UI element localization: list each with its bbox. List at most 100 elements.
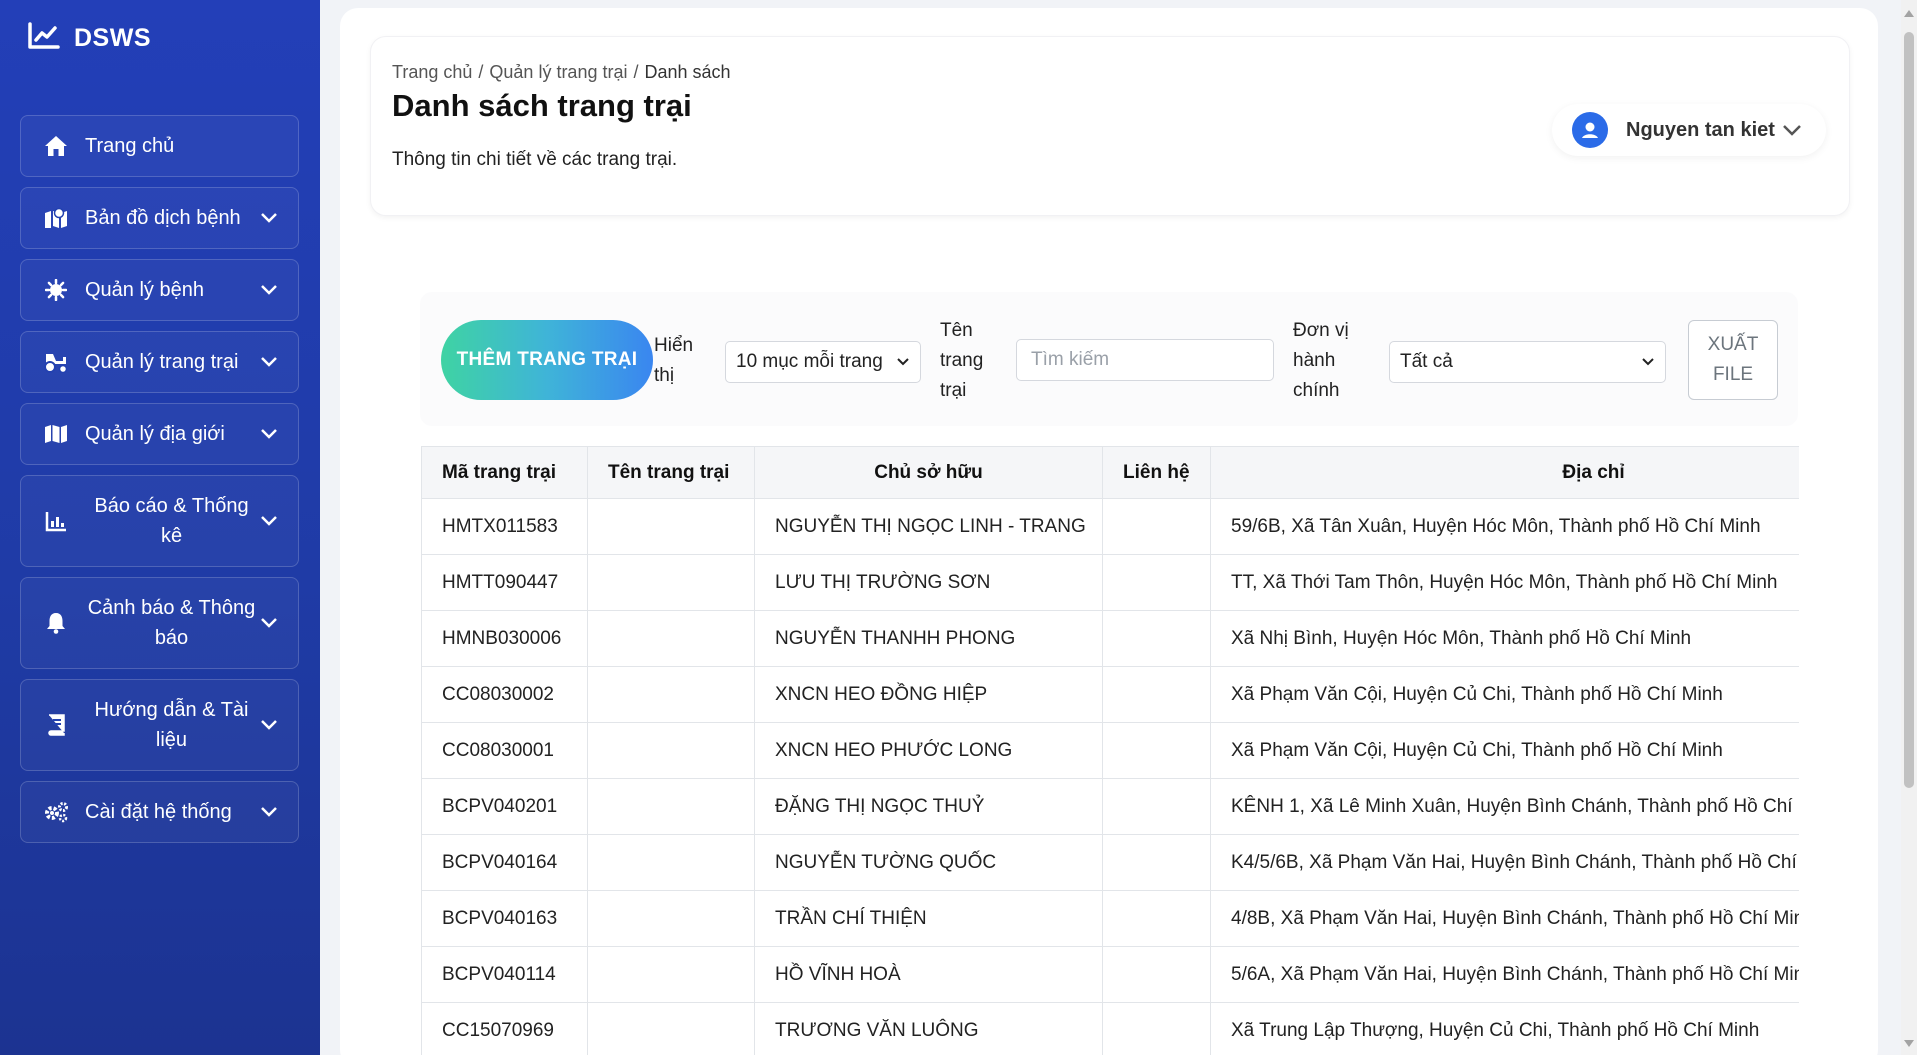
chevron-down-icon bbox=[260, 353, 278, 371]
page-size-value: 10 mục mỗi trang bbox=[736, 351, 883, 372]
admin-unit-value: Tất cả bbox=[1400, 351, 1453, 372]
cell-contact bbox=[1102, 610, 1211, 667]
table-row[interactable]: BCPV040163 TRẦN CHÍ THIỆN 4/8B, Xã Phạm … bbox=[421, 890, 1799, 947]
cell-farm-code: CC08030002 bbox=[421, 666, 588, 723]
sidebar-item-label: Quản lý trang trại bbox=[85, 351, 239, 373]
table-row[interactable]: HMNB030006 NGUYỄN THANHH PHONG Xã Nhị Bì… bbox=[421, 610, 1799, 667]
chevron-down-icon bbox=[260, 803, 278, 821]
sidebar-item-reports[interactable]: Báo cáo & Thống kê bbox=[20, 475, 299, 567]
table-row[interactable]: BCPV040164 NGUYỄN TƯỜNG QUỐC K4/5/6B, Xã… bbox=[421, 834, 1799, 891]
sidebar-item-label: Cảnh báo & Thông báo bbox=[87, 597, 256, 649]
sidebar-item-label: Bản đồ dịch bệnh bbox=[85, 207, 241, 229]
farm-table: Mã trang trại Tên trang trại Chủ sở hữu … bbox=[421, 446, 1799, 1055]
column-header-address[interactable]: Địa chỉ bbox=[1210, 446, 1799, 499]
cell-farm-name bbox=[587, 1002, 755, 1055]
sidebar-item-label: Quản lý bệnh bbox=[85, 279, 204, 301]
cell-address: Xã Trung Lập Thượng, Huyện Củ Chi, Thành… bbox=[1210, 1002, 1799, 1055]
sidebar-item-disease-management[interactable]: Quản lý bệnh bbox=[20, 259, 299, 321]
chevron-down-icon bbox=[260, 281, 278, 299]
cell-contact bbox=[1102, 890, 1211, 947]
table-row[interactable]: BCPV040114 HỒ VĨNH HOÀ 5/6A, Xã Phạm Văn… bbox=[421, 946, 1799, 1003]
page-scrollbar[interactable] bbox=[1901, 0, 1917, 1055]
table-row[interactable]: BCPV040201 ĐẶNG THỊ NGỌC THUỶ KÊNH 1, Xã… bbox=[421, 778, 1799, 835]
cell-contact bbox=[1102, 722, 1211, 779]
table-row[interactable]: CC15070969 TRƯƠNG VĂN LUÔNG Xã Trung Lập… bbox=[421, 1002, 1799, 1055]
chevron-down-icon bbox=[260, 209, 278, 227]
map-icon bbox=[43, 205, 69, 231]
gears-icon bbox=[43, 799, 69, 825]
breadcrumb: Trang chủ / Quản lý trang trại / Danh sá… bbox=[392, 62, 731, 83]
sidebar-item-label: Quản lý địa giới bbox=[85, 423, 225, 445]
cell-farm-name bbox=[587, 778, 755, 835]
home-icon bbox=[43, 133, 69, 159]
scroll-up-arrow-icon[interactable] bbox=[1904, 8, 1914, 18]
sidebar-item-home[interactable]: Trang chủ bbox=[20, 115, 299, 177]
cell-farm-code: HMTX011583 bbox=[421, 498, 588, 555]
user-avatar-icon bbox=[1572, 112, 1608, 148]
breadcrumb-section-link[interactable]: Quản lý trang trại bbox=[489, 62, 627, 83]
cell-farm-code: CC08030001 bbox=[421, 722, 588, 779]
cell-farm-code: BCPV040164 bbox=[421, 834, 588, 891]
farm-table-container[interactable]: Mã trang trại Tên trang trại Chủ sở hữu … bbox=[421, 446, 1799, 1055]
column-header-farm-name[interactable]: Tên trang trại bbox=[587, 446, 755, 499]
cell-address: 59/6B, Xã Tân Xuân, Huyện Hóc Môn, Thành… bbox=[1210, 498, 1799, 555]
column-header-farm-code[interactable]: Mã trang trại bbox=[421, 446, 588, 499]
cell-farm-name bbox=[587, 890, 755, 947]
cell-address: Xã Phạm Văn Cội, Huyện Củ Chi, Thành phố… bbox=[1210, 722, 1799, 779]
admin-unit-select[interactable]: Tất cả bbox=[1389, 341, 1666, 383]
sidebar-item-disease-map[interactable]: Bản đồ dịch bệnh bbox=[20, 187, 299, 249]
scrollbar-thumb[interactable] bbox=[1904, 32, 1914, 788]
column-header-contact[interactable]: Liên hệ bbox=[1102, 446, 1211, 499]
cell-farm-name bbox=[587, 946, 755, 1003]
table-row[interactable]: CC08030001 XNCN HEO PHƯỚC LONG Xã Phạm V… bbox=[421, 722, 1799, 779]
user-name: Nguyen tan kiet bbox=[1626, 118, 1775, 141]
sidebar-item-label: Trang chủ bbox=[85, 135, 175, 157]
table-row[interactable]: CC08030002 XNCN HEO ĐỒNG HIỆP Xã Phạm Vă… bbox=[421, 666, 1799, 723]
breadcrumb-home-link[interactable]: Trang chủ bbox=[392, 62, 472, 83]
cell-farm-code: HMTT090447 bbox=[421, 554, 588, 611]
add-farm-button[interactable]: THÊM TRANG TRẠI bbox=[441, 320, 653, 400]
breadcrumb-separator: / bbox=[478, 62, 484, 82]
cell-farm-name bbox=[587, 498, 755, 555]
cell-address: 4/8B, Xã Phạm Văn Hai, Huyện Bình Chánh,… bbox=[1210, 890, 1799, 947]
page-description: Thông tin chi tiết về các trang trại. bbox=[392, 149, 678, 170]
cell-contact bbox=[1102, 666, 1211, 723]
chevron-down-icon bbox=[260, 716, 278, 734]
cell-address: TT, Xã Thới Tam Thôn, Huyện Hóc Môn, Thà… bbox=[1210, 554, 1799, 611]
cell-owner: NGUYỄN THỊ NGỌC LINH - TRANG bbox=[754, 498, 1103, 555]
cell-address: Xã Phạm Văn Cội, Huyện Củ Chi, Thành phố… bbox=[1210, 666, 1799, 723]
sidebar-item-farm-management[interactable]: Quản lý trang trại bbox=[20, 331, 299, 393]
table-row[interactable]: HMTX011583 NGUYỄN THỊ NGỌC LINH - TRANG … bbox=[421, 498, 1799, 555]
cell-owner: XNCN HEO ĐỒNG HIỆP bbox=[754, 666, 1103, 723]
cell-farm-code: HMNB030006 bbox=[421, 610, 588, 667]
table-row[interactable]: HMTT090447 LƯU THỊ TRƯỜNG SƠN TT, Xã Thớ… bbox=[421, 554, 1799, 611]
sidebar-item-boundary-management[interactable]: Quản lý địa giới bbox=[20, 403, 299, 465]
user-menu[interactable]: Nguyen tan kiet bbox=[1552, 104, 1826, 156]
cell-farm-code: BCPV040163 bbox=[421, 890, 588, 947]
admin-unit-label: Đơn vị hành chính bbox=[1293, 320, 1349, 401]
cell-contact bbox=[1102, 834, 1211, 891]
cell-farm-name bbox=[587, 610, 755, 667]
breadcrumb-current: Danh sách bbox=[644, 62, 731, 82]
brand-label: DSWS bbox=[74, 24, 151, 52]
sidebar-item-guides[interactable]: Hướng dẫn & Tài liệu bbox=[20, 679, 299, 771]
brand[interactable]: DSWS bbox=[28, 22, 151, 55]
chevron-down-icon bbox=[1641, 355, 1655, 369]
sidebar-item-label: Hướng dẫn & Tài liệu bbox=[94, 699, 249, 751]
bell-icon bbox=[43, 610, 69, 636]
sidebar-item-alerts[interactable]: Cảnh báo & Thông báo bbox=[20, 577, 299, 669]
chart-icon bbox=[43, 508, 69, 534]
search-input[interactable] bbox=[1016, 339, 1274, 381]
cell-owner: NGUYỄN THANHH PHONG bbox=[754, 610, 1103, 667]
page-size-select[interactable]: 10 mục mỗi trang bbox=[725, 341, 921, 383]
cell-address: Xã Nhị Bình, Huyện Hóc Môn, Thành phố Hồ… bbox=[1210, 610, 1799, 667]
export-file-button[interactable]: XUẤT FILE bbox=[1688, 320, 1778, 400]
cell-owner: HỒ VĨNH HOÀ bbox=[754, 946, 1103, 1003]
page-size-label: Hiển thị bbox=[654, 335, 694, 386]
cell-farm-name bbox=[587, 834, 755, 891]
column-header-owner[interactable]: Chủ sở hữu bbox=[754, 446, 1103, 499]
sidebar-item-settings[interactable]: Cài đặt hệ thống bbox=[20, 781, 299, 843]
cell-owner: ĐẶNG THỊ NGỌC THUỶ bbox=[754, 778, 1103, 835]
scroll-down-arrow-icon[interactable] bbox=[1904, 1038, 1914, 1048]
line-chart-icon bbox=[28, 22, 60, 55]
